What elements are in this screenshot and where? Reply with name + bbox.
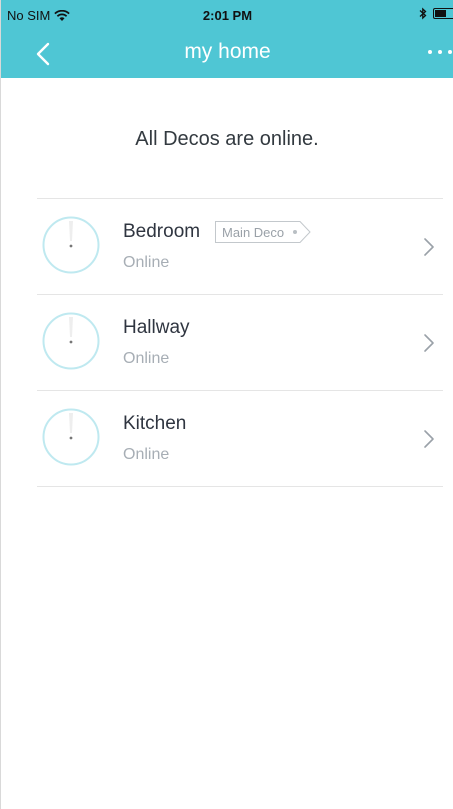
page-title: my home bbox=[184, 40, 271, 63]
deco-status: Online bbox=[123, 350, 170, 367]
more-dots-icon bbox=[448, 50, 452, 54]
deco-name: Bedroom bbox=[123, 221, 201, 242]
status-time: 2:01 PM bbox=[202, 8, 253, 23]
deco-status: Online bbox=[123, 254, 170, 271]
chevron-right-icon bbox=[424, 238, 434, 256]
network-summary: All Decos are online. bbox=[135, 128, 319, 150]
app-screen: No SIM 2:01 PM my home All Decos are onl… bbox=[0, 0, 453, 809]
deco-status: Online bbox=[123, 446, 170, 463]
status-right bbox=[419, 7, 453, 20]
nav-bar: my home bbox=[1, 30, 453, 78]
deco-name: Kitchen bbox=[123, 413, 187, 434]
chevron-right-icon bbox=[424, 430, 434, 448]
deco-unit-icon bbox=[42, 312, 100, 370]
deco-list: Bedroom Main Deco Online Hallway Online bbox=[37, 198, 443, 487]
deco-row-hallway[interactable]: Hallway Online bbox=[37, 295, 443, 391]
deco-name: Hallway bbox=[123, 317, 190, 338]
deco-row-bedroom[interactable]: Bedroom Main Deco Online bbox=[37, 199, 443, 295]
battery-icon bbox=[433, 8, 453, 19]
deco-unit-icon bbox=[42, 216, 100, 274]
more-options-button[interactable] bbox=[428, 50, 452, 54]
bluetooth-icon bbox=[419, 7, 427, 20]
more-dots-icon bbox=[438, 50, 442, 54]
tag-tip-icon bbox=[289, 221, 311, 243]
deco-row-kitchen[interactable]: Kitchen Online bbox=[37, 391, 443, 487]
main-deco-badge: Main Deco bbox=[215, 221, 311, 243]
more-dots-icon bbox=[428, 50, 432, 54]
deco-unit-icon bbox=[42, 408, 100, 466]
chevron-right-icon bbox=[424, 334, 434, 352]
main-deco-badge-label: Main Deco bbox=[222, 225, 285, 240]
